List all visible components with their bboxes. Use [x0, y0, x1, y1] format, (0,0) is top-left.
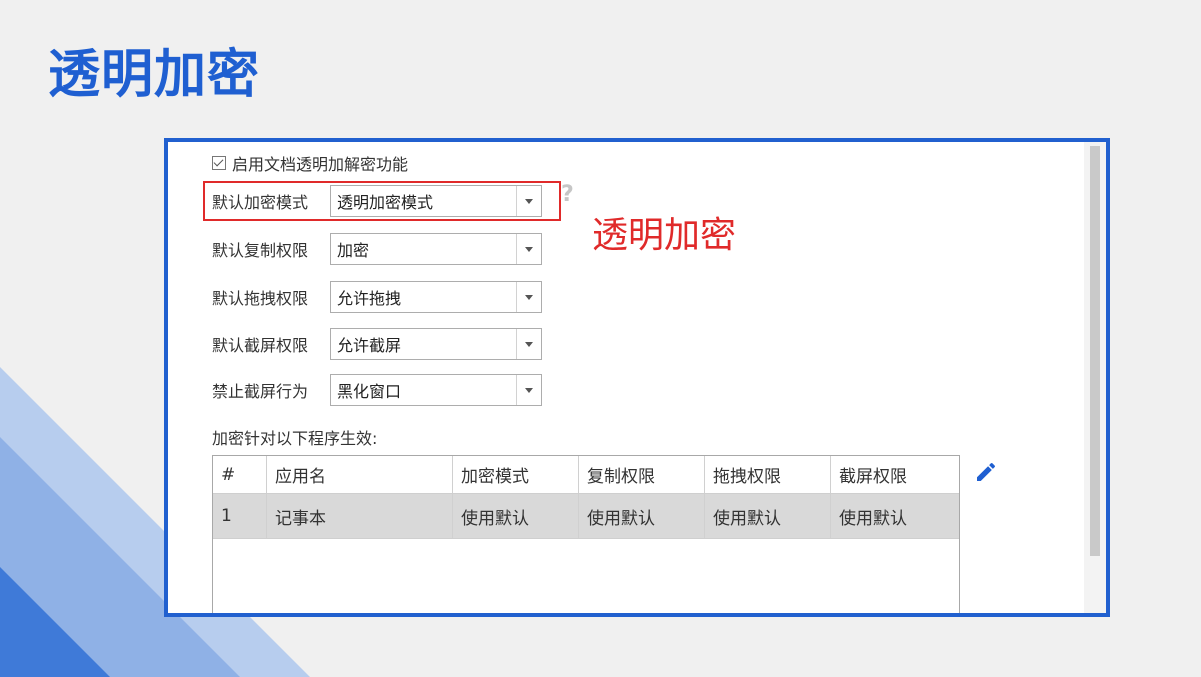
- column-header-app-name[interactable]: 应用名: [267, 456, 453, 493]
- slide-title: 透明加密: [48, 45, 261, 105]
- table-cell: 使用默认: [705, 494, 831, 538]
- default-drag-permission-row: 默认拖拽权限 允许拖拽: [212, 281, 542, 313]
- chevron-down-icon[interactable]: [516, 329, 541, 359]
- column-header-drag-permission[interactable]: 拖拽权限: [705, 456, 831, 493]
- table-row[interactable]: 1 记事本 使用默认 使用默认 使用默认 使用默认: [213, 494, 959, 539]
- select-value: 允许拖拽: [337, 289, 402, 308]
- block-screenshot-behavior-label: 禁止截屏行为: [212, 382, 309, 401]
- select-value: 黑化窗口: [337, 382, 402, 401]
- enable-encryption-label: 启用文档透明加解密功能: [232, 155, 409, 174]
- settings-screenshot: 启用文档透明加解密功能 默认加密模式 透明加密模式 默认复制权限 加密 默认拖拽…: [164, 138, 1110, 617]
- table-cell: 使用默认: [839, 508, 907, 529]
- question-icon[interactable]: ?: [561, 182, 574, 207]
- chevron-down-icon[interactable]: [516, 375, 541, 405]
- column-header-screenshot-permission[interactable]: 截屏权限: [831, 456, 959, 493]
- default-copy-permission-label: 默认复制权限: [212, 241, 309, 260]
- default-screenshot-permission-select[interactable]: 允许截屏: [330, 328, 542, 360]
- table-cell: 使用默认: [453, 494, 579, 538]
- table-cell: 使用默认: [579, 494, 705, 538]
- enable-encryption-option[interactable]: 启用文档透明加解密功能: [212, 151, 408, 175]
- block-screenshot-behavior-row: 禁止截屏行为 黑化窗口: [212, 374, 542, 406]
- annotation-label: 透明加密: [592, 215, 737, 256]
- column-header-copy-permission[interactable]: 复制权限: [579, 456, 705, 493]
- default-copy-permission-row: 默认复制权限 加密: [212, 233, 542, 265]
- chevron-down-icon[interactable]: [516, 282, 541, 312]
- default-drag-permission-select[interactable]: 允许拖拽: [330, 281, 542, 313]
- pencil-icon[interactable]: [974, 460, 998, 484]
- checkbox-checked-icon[interactable]: [212, 156, 226, 170]
- table-cell: 1: [213, 494, 267, 538]
- chevron-down-icon[interactable]: [516, 234, 541, 264]
- highlight-box: [203, 181, 561, 221]
- table-header: # 应用名 加密模式 复制权限 拖拽权限 截屏权限: [213, 456, 959, 494]
- default-screenshot-permission-label: 默认截屏权限: [212, 336, 309, 355]
- scrollbar-thumb[interactable]: [1090, 146, 1100, 556]
- default-drag-permission-label: 默认拖拽权限: [212, 289, 309, 308]
- table-cell: 记事本: [267, 494, 453, 538]
- select-value: 加密: [337, 241, 370, 260]
- apps-list-label: 加密针对以下程序生效:: [212, 429, 378, 448]
- select-value: 允许截屏: [337, 336, 402, 355]
- column-header-encrypt-mode[interactable]: 加密模式: [453, 456, 579, 493]
- default-screenshot-permission-row: 默认截屏权限 允许截屏: [212, 328, 542, 360]
- apps-table: # 应用名 加密模式 复制权限 拖拽权限 截屏权限 1 记事本 使用默认 使用默…: [212, 455, 960, 613]
- vertical-scrollbar[interactable]: [1084, 142, 1106, 613]
- block-screenshot-behavior-select[interactable]: 黑化窗口: [330, 374, 542, 406]
- column-header-index[interactable]: #: [213, 456, 267, 493]
- default-copy-permission-select[interactable]: 加密: [330, 233, 542, 265]
